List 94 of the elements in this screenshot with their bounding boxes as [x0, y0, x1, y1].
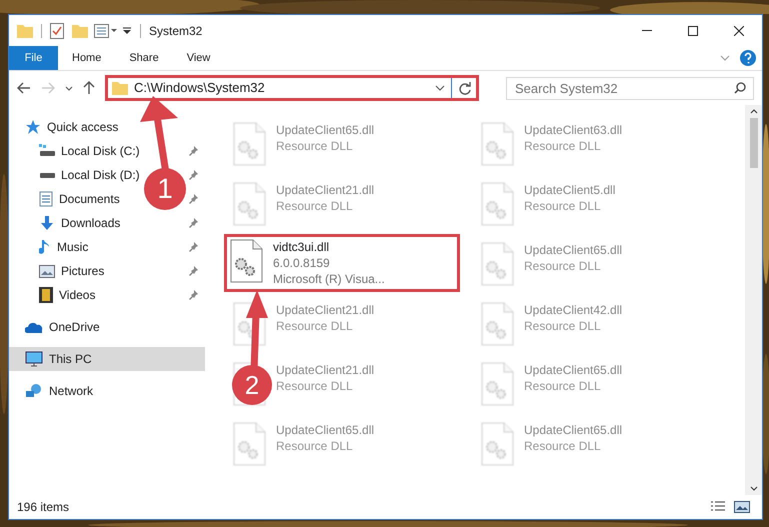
- chevron-down-icon[interactable]: [750, 486, 758, 491]
- file-detail: Resource DLL: [524, 318, 602, 334]
- dll-file-icon: [480, 422, 514, 466]
- sidebar-item[interactable]: Videos: [39, 286, 96, 304]
- properties-icon[interactable]: [50, 22, 64, 38]
- pin-icon[interactable]: [187, 217, 199, 229]
- file-detail: Resource DLL: [276, 438, 354, 454]
- ribbon-tab[interactable]: View: [172, 46, 224, 70]
- file-detail: Resource DLL: [524, 198, 602, 214]
- sidebar-item[interactable]: Pictures: [39, 262, 104, 280]
- ribbon-tab[interactable]: Share: [115, 46, 173, 70]
- sidebar-item[interactable]: Network: [9, 379, 205, 403]
- scrollbar-thumb[interactable]: [750, 118, 758, 168]
- file-detail: Resource DLL: [524, 258, 602, 274]
- music-note-icon: [39, 239, 51, 255]
- search-field[interactable]: Search System32: [506, 76, 754, 100]
- back-arrow-icon[interactable]: [17, 82, 31, 94]
- star-icon: [25, 119, 41, 135]
- chevron-up-icon[interactable]: [750, 109, 758, 114]
- sidebar-item[interactable]: Music: [39, 238, 88, 256]
- dll-file-icon: [232, 182, 266, 226]
- close-icon: [734, 26, 744, 36]
- scrollbar[interactable]: [745, 105, 762, 495]
- file-name: UpdateClient42.dll: [524, 302, 622, 318]
- sidebar-item[interactable]: OneDrive: [9, 315, 205, 339]
- dll-file-icon: [480, 302, 514, 346]
- refresh-icon[interactable]: [458, 81, 472, 95]
- network-icon: [25, 383, 43, 399]
- file-detail: Resource DLL: [524, 378, 602, 394]
- file-detail: Resource DLL: [276, 318, 354, 334]
- pin-icon[interactable]: [187, 289, 199, 301]
- file-detail: Resource DLL: [524, 138, 602, 154]
- sidebar-item[interactable]: Documents: [39, 190, 120, 208]
- file-detail: Resource DLL: [524, 438, 602, 454]
- dll-file-icon: [480, 362, 514, 406]
- sidebar-item[interactable]: Quick access: [9, 115, 205, 139]
- details-view-icon[interactable]: [710, 501, 726, 513]
- drive-icon: [39, 171, 55, 179]
- dll-file-icon: [232, 122, 266, 166]
- picture-icon: [39, 264, 55, 278]
- file-menu-button[interactable]: File: [9, 46, 58, 70]
- pin-icon[interactable]: [187, 241, 199, 253]
- pin-icon[interactable]: [187, 145, 199, 157]
- sidebar-item[interactable]: Local Disk (C:): [39, 142, 140, 160]
- file-detail: Resource DLL: [276, 198, 354, 214]
- file-name: vidtc3ui.dll: [273, 239, 330, 255]
- download-arrow-icon: [39, 215, 55, 231]
- file-name: UpdateClient21.dll: [276, 362, 374, 378]
- address-bar[interactable]: C:\Windows\System32: [105, 75, 479, 101]
- file-name: UpdateClient63.dll: [524, 122, 622, 138]
- dll-file-icon: [229, 239, 263, 283]
- pin-icon[interactable]: [187, 193, 199, 205]
- cloud-icon: [25, 322, 43, 332]
- file-name: UpdateClient65.dll: [524, 362, 622, 378]
- item-count: 196 items: [17, 499, 70, 516]
- ribbon-tab[interactable]: Home: [58, 46, 116, 70]
- search-icon: [734, 82, 746, 94]
- view-options-icon[interactable]: [94, 24, 118, 38]
- drive-icon: [39, 144, 55, 158]
- large-icons-view-icon[interactable]: [734, 501, 750, 513]
- file-detail: Resource DLL: [276, 138, 354, 154]
- dll-file-icon: [480, 242, 514, 286]
- file-name: UpdateClient65.dll: [276, 122, 374, 138]
- file-name: UpdateClient21.dll: [276, 182, 374, 198]
- monitor-icon: [25, 351, 43, 367]
- help-icon[interactable]: [740, 50, 756, 66]
- highlighted-file-item[interactable]: vidtc3ui.dll 6.0.0.8159 Microsoft (R) Visua...: [224, 234, 460, 292]
- minimize-icon: [642, 30, 652, 31]
- dll-file-icon: [480, 122, 514, 166]
- pin-icon[interactable]: [187, 265, 199, 277]
- pin-icon[interactable]: [187, 169, 199, 181]
- file-name: UpdateClient65.dll: [524, 422, 622, 438]
- window-title: System32: [149, 22, 202, 40]
- folder-icon: [112, 81, 128, 95]
- up-arrow-icon[interactable]: [83, 81, 95, 95]
- file-detail: Resource DLL: [276, 378, 354, 394]
- file-name: UpdateClient21.dll: [276, 302, 374, 318]
- customize-toolbar-icon[interactable]: [122, 26, 132, 36]
- chevron-down-icon[interactable]: [65, 86, 73, 90]
- dll-file-icon: [232, 422, 266, 466]
- sidebar-item[interactable]: This PC: [9, 347, 205, 371]
- maximize-icon: [688, 26, 698, 36]
- file-detail: Microsoft (R) Visua...: [273, 271, 385, 287]
- address-path: C:\Windows\System32: [134, 79, 266, 98]
- file-name: UpdateClient65.dll: [524, 242, 622, 258]
- document-icon: [39, 191, 53, 207]
- chevron-down-icon[interactable]: [435, 85, 445, 91]
- file-detail: 6.0.0.8159: [273, 255, 331, 271]
- file-name: UpdateClient5.dll: [524, 182, 616, 198]
- dll-file-icon: [480, 182, 514, 226]
- film-icon: [39, 287, 53, 303]
- sidebar-item[interactable]: Downloads: [39, 214, 120, 232]
- file-name: UpdateClient65.dll: [276, 422, 374, 438]
- sidebar-item[interactable]: Local Disk (D:): [39, 166, 140, 184]
